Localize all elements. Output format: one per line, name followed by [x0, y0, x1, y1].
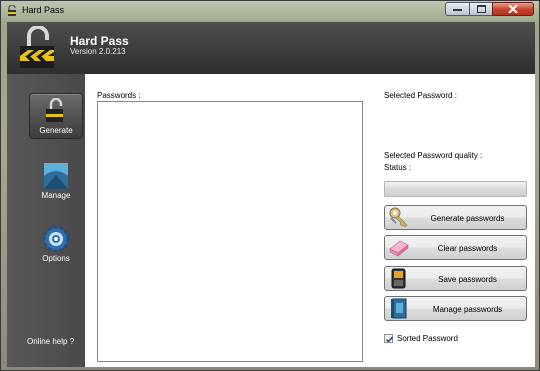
window-title: Hard Pass	[22, 5, 65, 15]
app-version: Version 2.0.213	[70, 47, 126, 56]
sidebar-item-label: Manage	[41, 191, 71, 200]
padlock-logo-icon	[20, 26, 54, 68]
close-icon	[508, 5, 518, 13]
maximize-button[interactable]	[469, 2, 493, 16]
sorted-password-checkbox[interactable]	[384, 334, 394, 343]
online-help-link[interactable]: Online help ?	[27, 337, 74, 346]
manage-passwords-button[interactable]: Manage passwords	[384, 296, 527, 321]
save-passwords-label: Save passwords	[438, 275, 497, 284]
status-label: Status :	[384, 163, 412, 172]
manage-passwords-label: Manage passwords	[432, 305, 503, 314]
clear-passwords-label: Clear passwords	[437, 244, 498, 253]
sidebar: Generate Manage Options Online help ?	[7, 74, 85, 367]
picture-icon	[44, 163, 68, 189]
passwords-label: Passwords :	[97, 91, 141, 100]
minimize-icon	[453, 9, 462, 11]
sidebar-item-generate[interactable]: Generate	[29, 93, 83, 139]
device-save-icon	[391, 268, 406, 289]
app-name: Hard Pass	[70, 34, 129, 48]
minimize-button[interactable]	[445, 2, 470, 16]
password-quality-label: Selected Password quality :	[384, 151, 483, 160]
book-icon	[391, 298, 407, 319]
quality-progress-bar	[384, 181, 527, 197]
sidebar-item-options[interactable]: Options	[29, 222, 83, 268]
sidebar-item-manage[interactable]: Manage	[29, 159, 83, 205]
padlock-icon	[8, 5, 16, 16]
sidebar-item-label: Options	[42, 254, 70, 263]
sidebar-item-label: Generate	[39, 126, 73, 135]
gear-icon	[42, 226, 70, 252]
app-header: Hard Pass Version 2.0.213	[7, 22, 535, 74]
clear-passwords-button[interactable]: Clear passwords	[384, 235, 527, 260]
app-window: Hard Pass Hard Pass Version 2.0.213 Gene…	[0, 0, 540, 371]
keys-icon	[389, 207, 408, 228]
close-button[interactable]	[492, 2, 534, 16]
generate-passwords-label: Generate passwords	[430, 214, 505, 223]
title-bar[interactable]: Hard Pass	[1, 1, 539, 21]
main-panel: Passwords : Selected Password : Selected…	[85, 74, 535, 367]
padlock-icon	[46, 98, 63, 122]
save-passwords-button[interactable]: Save passwords	[384, 266, 527, 291]
eraser-icon	[389, 240, 409, 257]
sorted-password-option[interactable]: Sorted Password	[384, 334, 458, 343]
window-controls	[445, 2, 534, 17]
passwords-list[interactable]	[97, 101, 363, 362]
generate-passwords-button[interactable]: Generate passwords	[384, 205, 527, 230]
sorted-password-label: Sorted Password	[397, 334, 458, 343]
checkmark-icon	[386, 336, 394, 343]
selected-password-label: Selected Password :	[384, 91, 457, 100]
maximize-icon	[476, 5, 486, 13]
